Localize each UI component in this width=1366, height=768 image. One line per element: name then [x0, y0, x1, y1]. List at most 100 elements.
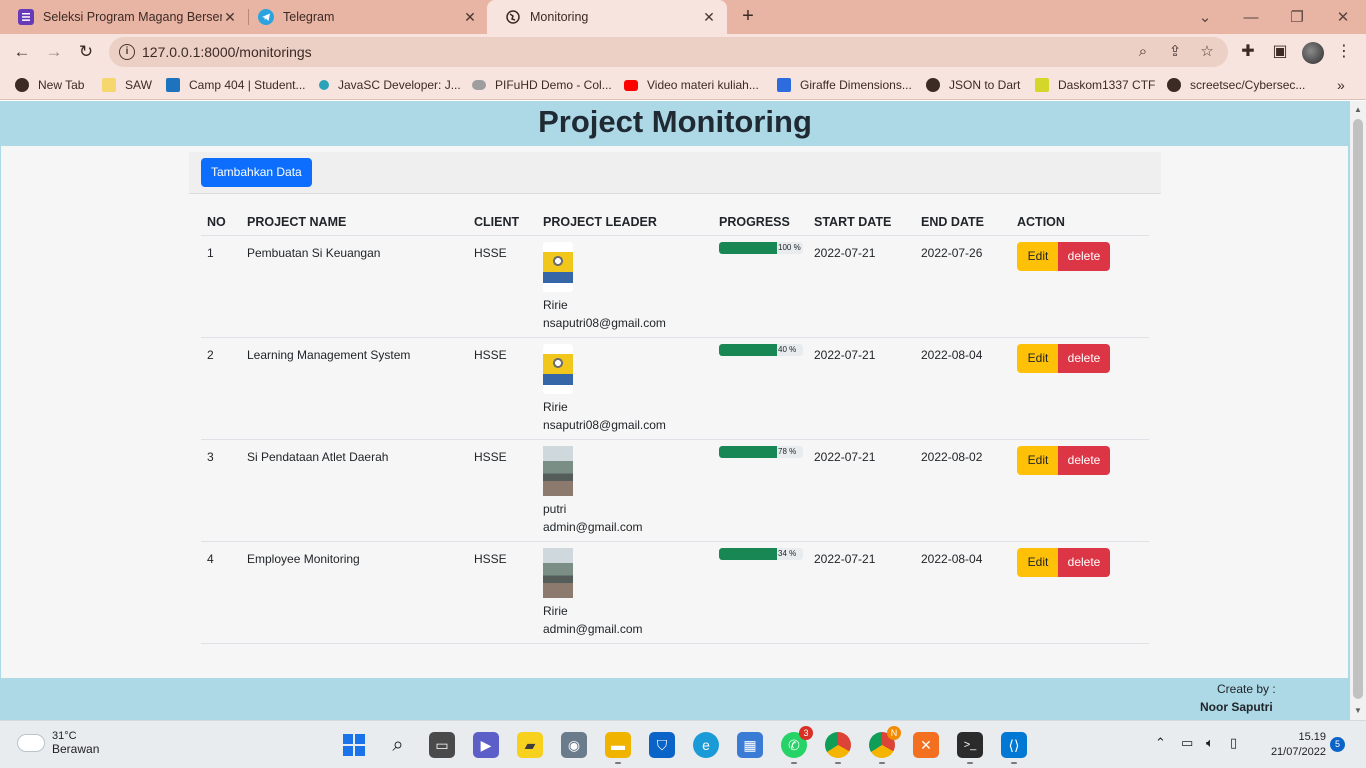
- new-tab-button[interactable]: +: [737, 5, 759, 27]
- cell-project-name: Learning Management System: [247, 348, 411, 362]
- forms-icon: [18, 9, 34, 25]
- side-panel-icon[interactable]: ▣: [1270, 42, 1290, 62]
- minimize-button[interactable]: —: [1228, 0, 1274, 34]
- scrollbar-thumb[interactable]: [1353, 119, 1363, 699]
- bookmark-star-icon[interactable]: ☆: [1198, 43, 1216, 61]
- delete-button[interactable]: delete: [1058, 344, 1110, 373]
- chrome-profile-badge: N: [887, 726, 901, 740]
- delete-button[interactable]: delete: [1058, 548, 1110, 577]
- youtube-icon: [624, 79, 638, 91]
- bookmark-label: JSON to Dart: [949, 78, 1021, 92]
- bookmark-giraffe[interactable]: Giraffe Dimensions...: [777, 76, 912, 94]
- camera-icon[interactable]: ◉: [561, 732, 587, 758]
- clock-date: 21/07/2022: [1270, 746, 1326, 758]
- search-icon[interactable]: ⌕: [385, 732, 411, 758]
- leader-email: admin@gmail.com: [543, 520, 643, 534]
- leader-name: putri: [543, 502, 567, 516]
- battery-icon[interactable]: ▯: [1230, 735, 1237, 751]
- bookmark-pifuhd[interactable]: PIFuHD Demo - Col...: [472, 76, 612, 94]
- close-tab-icon[interactable]: ✕: [462, 9, 478, 26]
- task-view-icon[interactable]: ▭: [429, 732, 455, 758]
- weather-widget[interactable]: 31°C Berawan: [18, 730, 99, 756]
- ctf-icon: [1035, 78, 1049, 92]
- bookmark-video-materi[interactable]: Video materi kuliah...: [624, 76, 759, 94]
- scroll-up-icon[interactable]: ▲: [1350, 103, 1366, 117]
- edit-button[interactable]: Edit: [1017, 548, 1059, 577]
- leader-email: nsaputri08@gmail.com: [543, 418, 666, 432]
- col-header-no: NO: [207, 215, 226, 229]
- cell-project-name: Pembuatan Si Keuangan: [247, 246, 381, 260]
- delete-button[interactable]: delete: [1058, 242, 1110, 271]
- tab-seleksi[interactable]: Seleksi Program Magang Bersert ✕: [0, 0, 248, 34]
- progress-bar: 34 %: [719, 548, 803, 560]
- cell-start-date: 2022-07-21: [814, 348, 876, 362]
- tab-search-icon[interactable]: ⌄: [1182, 0, 1228, 34]
- browser-tab-bar: Seleksi Program Magang Bersert ✕ Telegra…: [0, 0, 1366, 34]
- forward-icon[interactable]: →: [42, 40, 66, 64]
- close-tab-icon[interactable]: ✕: [701, 9, 717, 26]
- whatsapp-icon[interactable]: ✆ 3: [781, 726, 813, 764]
- bookmark-camp-404[interactable]: Camp 404 | Student...: [166, 76, 306, 94]
- add-data-button[interactable]: Tambahkan Data: [201, 158, 312, 187]
- content-panel: Tambahkan Data NO PROJECT NAME CLIENT PR…: [1, 146, 1348, 678]
- profile-avatar[interactable]: [1302, 42, 1324, 64]
- bookmarks-overflow-button[interactable]: »: [1337, 76, 1345, 94]
- progress-fill: [719, 446, 777, 458]
- url-text[interactable]: 127.0.0.1:8000/monitorings: [142, 44, 312, 60]
- menu-icon[interactable]: ⋮: [1334, 42, 1354, 62]
- xampp-icon[interactable]: ✕: [913, 732, 939, 758]
- bookmark-json-to-dart[interactable]: JSON to Dart: [926, 76, 1020, 94]
- security-shield-icon[interactable]: ⛉: [649, 732, 675, 758]
- edit-button[interactable]: Edit: [1017, 242, 1059, 271]
- leader-photo: [543, 548, 573, 598]
- progress-fill: [719, 242, 777, 254]
- edit-button[interactable]: Edit: [1017, 446, 1059, 475]
- progress-bar: 78 %: [719, 446, 803, 458]
- bookmark-new-tab[interactable]: New Tab: [15, 76, 84, 94]
- bookmark-saw[interactable]: SAW: [102, 76, 152, 94]
- vscode-icon[interactable]: ⟨⟩: [1001, 732, 1027, 764]
- scroll-down-icon[interactable]: ▼: [1350, 704, 1366, 718]
- chevron-up-icon[interactable]: ⌃: [1155, 735, 1166, 751]
- volume-icon[interactable]: 🔈︎: [1206, 735, 1214, 751]
- bookmark-label: screetsec/Cybersec...: [1190, 78, 1306, 92]
- system-clock[interactable]: 15.19 21/07/2022: [1262, 730, 1326, 760]
- cell-client: HSSE: [474, 348, 507, 362]
- leader-photo: [543, 344, 573, 394]
- zoom-icon[interactable]: ⌕: [1134, 43, 1152, 61]
- notification-badge[interactable]: 5: [1330, 737, 1345, 752]
- tab-monitoring[interactable]: Monitoring ✕: [487, 0, 727, 34]
- site-info-icon[interactable]: i: [119, 44, 135, 60]
- extensions-icon[interactable]: ✚: [1238, 42, 1258, 62]
- delete-button[interactable]: delete: [1058, 446, 1110, 475]
- sticky-notes-icon[interactable]: ▰: [517, 732, 543, 758]
- bookmark-label: Daskom1337 CTF: [1058, 78, 1156, 92]
- file-explorer-icon[interactable]: ▬: [605, 732, 631, 764]
- bookmark-javasc[interactable]: JavaSC Developer: J...: [319, 76, 461, 94]
- edit-button[interactable]: Edit: [1017, 344, 1059, 373]
- restore-button[interactable]: ❐: [1274, 0, 1320, 34]
- share-icon[interactable]: ⇪: [1166, 43, 1184, 61]
- reload-icon[interactable]: ↻: [74, 40, 98, 64]
- edge-icon[interactable]: e: [693, 732, 719, 758]
- terminal-icon[interactable]: >_: [957, 732, 983, 764]
- back-icon[interactable]: ←: [10, 40, 34, 64]
- close-tab-icon[interactable]: ✕: [222, 9, 238, 26]
- globe-icon: [15, 78, 29, 92]
- chrome-icon[interactable]: [825, 732, 851, 764]
- address-bar[interactable]: i 127.0.0.1:8000/monitorings ⌕ ⇪ ☆: [109, 37, 1228, 67]
- progress-label: 34 %: [778, 549, 797, 558]
- cell-project-leader: putri admin@gmail.com: [543, 446, 643, 536]
- cell-project-name: Employee Monitoring: [247, 552, 360, 566]
- telegram-icon: [258, 9, 274, 25]
- tab-telegram[interactable]: Telegram ✕: [240, 0, 488, 34]
- close-window-button[interactable]: ✕: [1320, 0, 1366, 34]
- page-scrollbar[interactable]: ▲ ▼: [1350, 101, 1366, 720]
- chrome-profile-icon[interactable]: N: [869, 726, 901, 764]
- start-icon[interactable]: [341, 732, 367, 758]
- network-icon[interactable]: ▭: [1181, 735, 1193, 751]
- teams-chat-icon[interactable]: ▶: [473, 732, 499, 758]
- bookmark-screetsec[interactable]: screetsec/Cybersec...: [1167, 76, 1305, 94]
- store-icon[interactable]: ▦: [737, 732, 763, 758]
- bookmark-daskom[interactable]: Daskom1337 CTF: [1035, 76, 1155, 94]
